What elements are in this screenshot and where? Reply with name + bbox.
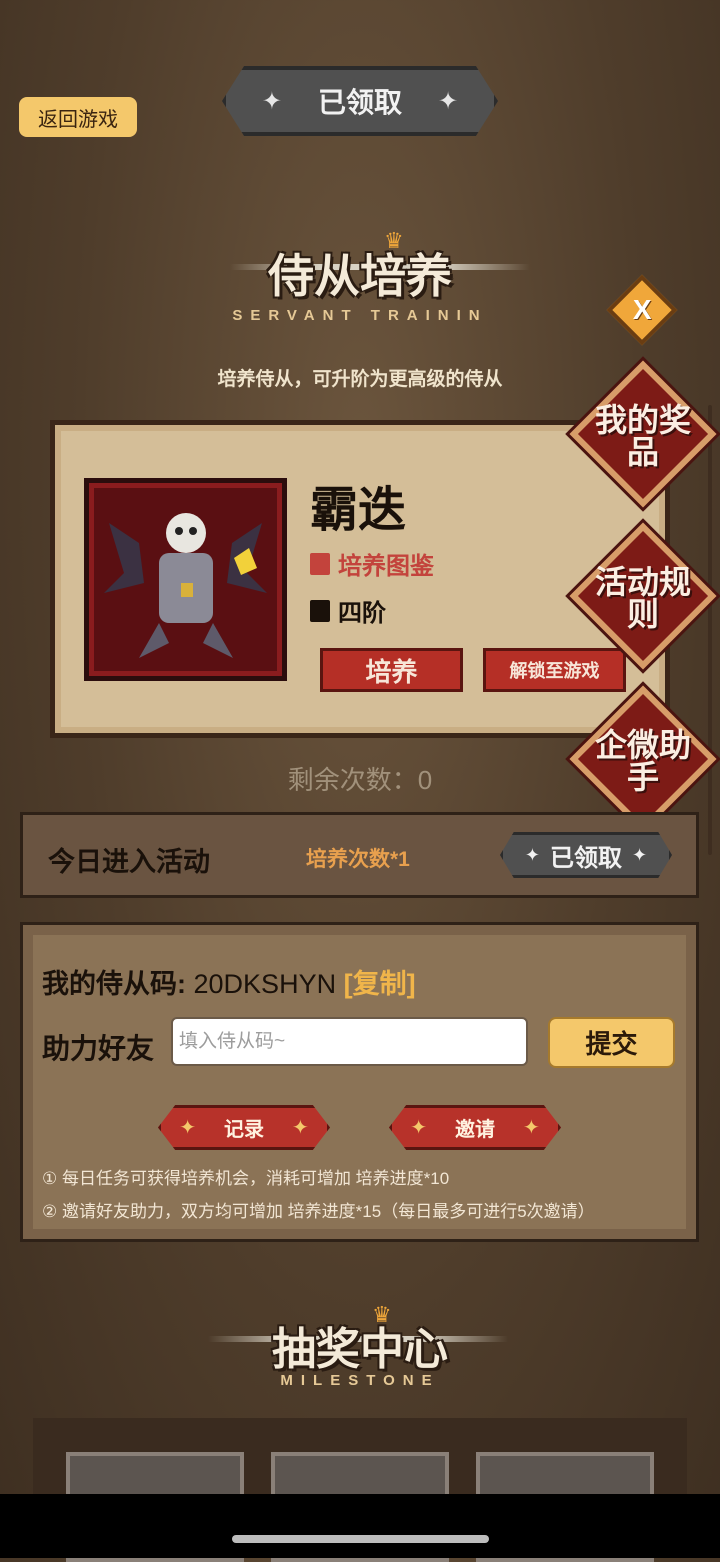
- activity-rules-label: 活动规则: [594, 564, 691, 632]
- servant-name: 霸迭: [310, 482, 407, 538]
- claimed-banner: ✦ 已领取 ✦: [222, 66, 498, 136]
- claimed-banner-label: 已领取: [317, 87, 402, 118]
- record-label: 记录: [224, 1119, 264, 1141]
- codex-label: 培养图鉴: [338, 553, 434, 580]
- section-title-training: 侍从培养: [268, 249, 452, 303]
- close-icon: X: [632, 294, 652, 325]
- servant-code-input[interactable]: 填入侍从码~: [171, 1017, 528, 1066]
- sparkle-icon: ✦: [524, 844, 540, 865]
- sparkle-icon: ✦: [179, 1117, 196, 1139]
- daily-task-label: 今日进入活动: [48, 847, 210, 877]
- system-nav-bar: [0, 1494, 720, 1558]
- help-friend-label: 助力好友: [42, 1033, 155, 1064]
- sparkle-icon: ✦: [292, 1117, 309, 1139]
- remaining-count: 剩余次数：0: [0, 760, 720, 797]
- tier-label: 四阶: [338, 600, 386, 627]
- sparkle-icon: ✦: [632, 844, 648, 865]
- train-button[interactable]: 培养: [320, 648, 463, 692]
- training-description: 培养侍从，可升阶为更高级的侍从: [217, 369, 503, 390]
- tier-info: 四阶: [310, 593, 386, 628]
- remaining-value: 0: [417, 765, 433, 795]
- invite-button[interactable]: ✦ 邀请 ✦: [389, 1105, 561, 1150]
- rule-note-1: ① 每日任务可获得培养机会，消耗可增加 培养进度*10: [42, 1169, 450, 1188]
- daily-claimed-button: ✦ 已领取 ✦: [500, 832, 672, 878]
- unlock-to-game-button[interactable]: 解锁至游戏: [483, 648, 626, 692]
- servant-portrait: [84, 478, 287, 681]
- servant-code-line: 我的侍从码: 20DKSHYN [复制]: [42, 962, 416, 1001]
- codex-link[interactable]: 培养图鉴: [310, 546, 434, 581]
- section-title-lottery: 抽奖中心: [272, 1324, 448, 1375]
- home-indicator[interactable]: [232, 1535, 489, 1543]
- remaining-label: 剩余次数：: [287, 765, 418, 795]
- book-icon: [310, 552, 330, 575]
- sparkle-icon: ✦: [523, 1117, 540, 1139]
- daily-task-reward: 培养次数*1: [306, 848, 410, 871]
- sparkle-icon: ✦: [438, 87, 459, 115]
- rule-note-2: ② 邀请好友助力，双方均可增加 培养进度*15（每日最多可进行5次邀请）: [42, 1202, 595, 1221]
- invite-label: 邀请: [455, 1119, 495, 1141]
- record-button[interactable]: ✦ 记录 ✦: [158, 1105, 330, 1150]
- copy-code-link[interactable]: [复制]: [344, 969, 416, 999]
- sparkle-icon: ✦: [261, 87, 282, 115]
- back-to-game-button[interactable]: 返回游戏: [19, 97, 137, 137]
- daily-claimed-label: 已领取: [550, 844, 622, 872]
- my-prizes-label: 我的奖品: [594, 402, 691, 470]
- servant-code-label: 我的侍从码:: [42, 969, 186, 999]
- sparkle-icon: ✦: [410, 1117, 427, 1139]
- book-icon: [310, 599, 330, 622]
- section-subtitle-lottery: MILESTONE: [280, 1372, 440, 1389]
- submit-button[interactable]: 提交: [548, 1017, 675, 1068]
- servant-figure-icon: [104, 513, 267, 658]
- servant-code-value: 20DKSHYN: [193, 969, 337, 999]
